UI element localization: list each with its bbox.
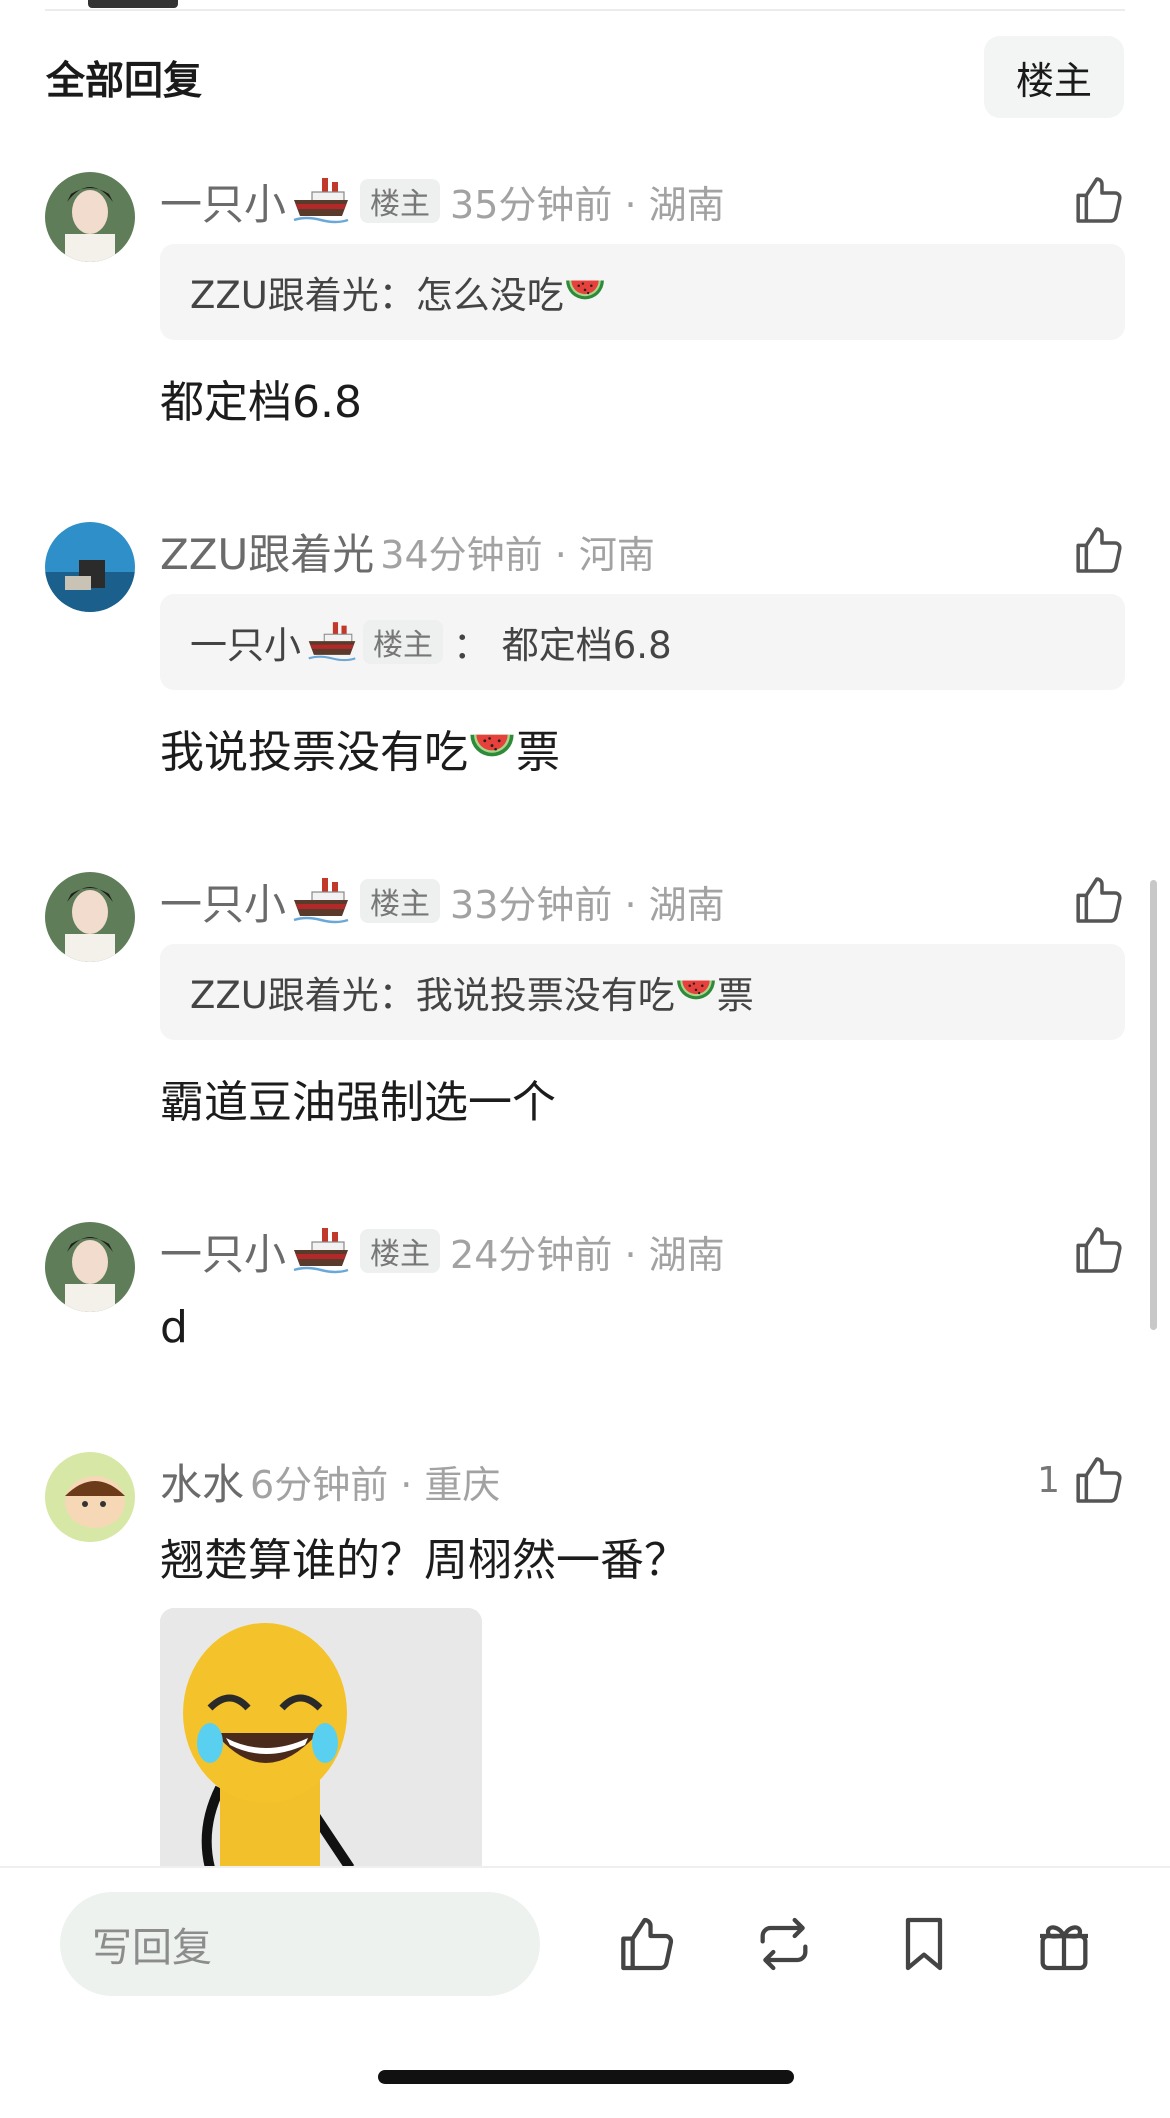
time-location: 34分钟前 · 河南 bbox=[380, 532, 655, 577]
watermelon-emoji-icon bbox=[468, 727, 516, 769]
like-count: 1 bbox=[1037, 1460, 1060, 1501]
watermelon-emoji-icon bbox=[564, 273, 606, 311]
laughing-crying-sticker-image[interactable] bbox=[160, 1608, 482, 1868]
home-indicator bbox=[378, 2070, 794, 2084]
quoted-reply[interactable]: 一只小 楼主 ： 都定档6.8 bbox=[160, 594, 1125, 690]
comment-meta: 水水 6分钟前 · 重庆 bbox=[160, 1456, 501, 1509]
ship-emoji-icon bbox=[292, 176, 350, 226]
gift-icon[interactable] bbox=[1032, 1912, 1096, 1976]
avatar[interactable] bbox=[45, 522, 135, 612]
section-title: 全部回复 bbox=[46, 59, 203, 104]
comment-text-part: 我说投票没有吃 bbox=[160, 727, 468, 778]
time-location: 35分钟前 · 湖南 bbox=[450, 182, 725, 227]
quote-text-part: 票 bbox=[716, 974, 754, 1017]
ship-emoji-icon bbox=[307, 620, 357, 664]
comment-meta: 一只小 楼主 33分钟前 · 湖南 bbox=[160, 876, 725, 929]
quoted-reply[interactable]: ZZU跟着光： 怎么没吃 bbox=[160, 244, 1125, 340]
comment-text: 都定档6.8 bbox=[160, 377, 362, 428]
avatar[interactable] bbox=[45, 172, 135, 262]
avatar[interactable] bbox=[45, 1222, 135, 1312]
thumbs-up-icon[interactable] bbox=[1070, 1222, 1126, 1278]
time-location: 33分钟前 · 湖南 bbox=[450, 882, 725, 927]
comment-meta: 一只小 楼主 24分钟前 · 湖南 bbox=[160, 1226, 725, 1279]
owner-badge: 楼主 bbox=[363, 620, 443, 664]
tab-indicator bbox=[88, 0, 178, 8]
username[interactable]: 一只小 bbox=[160, 871, 286, 932]
repost-icon[interactable] bbox=[752, 1912, 816, 1976]
ship-emoji-icon bbox=[292, 1226, 350, 1276]
quote-text: 我说投票没有吃 bbox=[415, 974, 675, 1017]
comment-text: 霸道豆油强制选一个 bbox=[160, 1077, 556, 1128]
scrollbar[interactable] bbox=[1150, 880, 1157, 1330]
quote-author: 一只小 bbox=[190, 624, 301, 667]
thumbs-up-icon[interactable] bbox=[614, 1912, 678, 1976]
watermelon-emoji-icon bbox=[675, 973, 717, 1011]
bookmark-icon[interactable] bbox=[892, 1912, 956, 1976]
owner-badge: 楼主 bbox=[360, 1229, 441, 1273]
ship-emoji-icon bbox=[292, 876, 350, 926]
username[interactable]: 一只小 bbox=[160, 1221, 286, 1282]
avatar[interactable] bbox=[45, 872, 135, 962]
comment-text: 我说投票没有吃 票 bbox=[160, 716, 560, 780]
owner-only-filter-button[interactable]: 楼主 bbox=[984, 36, 1124, 118]
comment-meta: 一只小 楼主 35分钟前 · 湖南 bbox=[160, 176, 725, 229]
owner-badge: 楼主 bbox=[360, 879, 441, 923]
thumbs-up-icon[interactable] bbox=[1070, 172, 1126, 228]
owner-badge: 楼主 bbox=[360, 179, 441, 223]
comment-text-part: 票 bbox=[516, 727, 560, 778]
time-location: 24分钟前 · 湖南 bbox=[450, 1232, 725, 1277]
comment-text: d bbox=[160, 1302, 188, 1353]
avatar[interactable] bbox=[45, 1452, 135, 1542]
comment-meta: ZZU跟着光 34分钟前 · 河南 bbox=[160, 526, 655, 579]
username[interactable]: ZZU跟着光 bbox=[160, 521, 374, 582]
quote-text: ： 都定档6.8 bbox=[453, 624, 672, 667]
quote-author: ZZU跟着光： bbox=[190, 274, 416, 317]
time-location: 6分钟前 · 重庆 bbox=[250, 1462, 501, 1507]
quote-author: ZZU跟着光： bbox=[190, 974, 416, 1017]
top-divider bbox=[45, 9, 1125, 11]
quoted-reply[interactable]: ZZU跟着光： 我说投票没有吃 票 bbox=[160, 944, 1125, 1040]
username[interactable]: 一只小 bbox=[160, 171, 286, 232]
thumbs-up-icon[interactable] bbox=[1070, 1452, 1126, 1508]
thumbs-up-icon[interactable] bbox=[1070, 522, 1126, 578]
quote-text: 怎么没吃 bbox=[415, 274, 564, 317]
bottom-action-bar: 写回复 bbox=[0, 1866, 1170, 2118]
comment-text: 翘楚算谁的？周栩然一番？ bbox=[160, 1535, 688, 1586]
reply-input[interactable]: 写回复 bbox=[60, 1892, 540, 1996]
thumbs-up-icon[interactable] bbox=[1070, 872, 1126, 928]
username[interactable]: 水水 bbox=[160, 1451, 244, 1512]
